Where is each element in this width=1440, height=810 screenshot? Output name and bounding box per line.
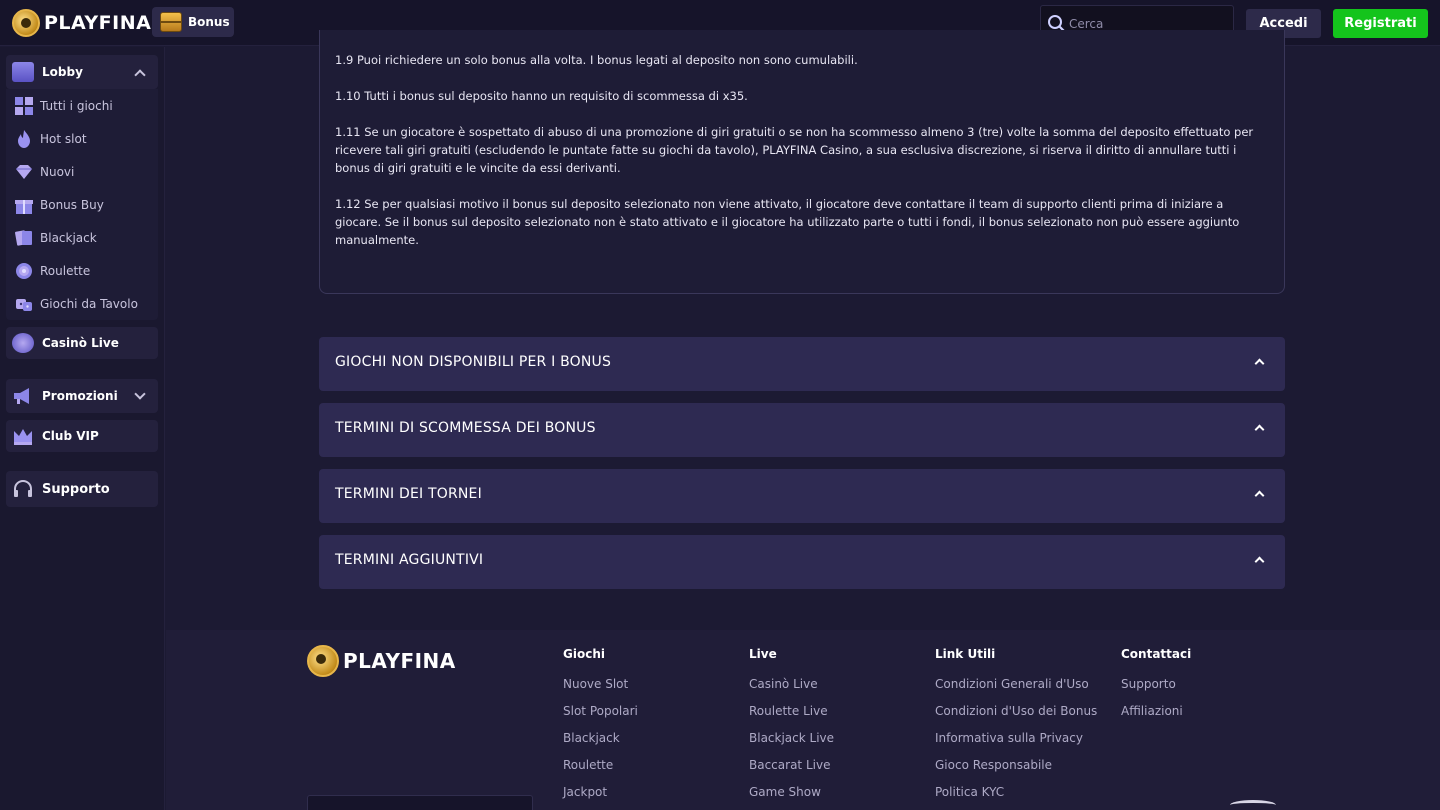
footer-column-heading: Link Utili — [935, 647, 996, 661]
footer-column-contattaci: Contattaci Supporto Affiliazioni — [1121, 647, 1191, 731]
footer-column-heading: Live — [749, 647, 777, 661]
footer-column-giochi: Giochi Nuove Slot Slot Popolari Blackjac… — [563, 647, 638, 810]
accordion-title: TERMINI DEI TORNEI — [335, 486, 482, 502]
footer-link[interactable]: Gioco Responsabile — [935, 758, 1097, 785]
sidebar-item-label: Nuovi — [40, 164, 75, 179]
terms-paragraph: 1.12 Se per qualsiasi motivo il bonus su… — [335, 197, 1240, 247]
sidebar-item-club-vip[interactable]: Club VIP — [6, 420, 158, 452]
license-badge-icon — [1230, 800, 1276, 810]
footer-logo[interactable]: PLAYFINA — [307, 645, 456, 677]
megaphone-icon — [12, 386, 34, 406]
sidebar-item-label: Supporto — [42, 481, 110, 497]
live-casino-icon — [12, 333, 34, 353]
language-selector[interactable] — [307, 795, 533, 810]
sidebar-item-tutti-i-giochi[interactable]: Tutti i giochi — [6, 89, 158, 122]
logo-coin-icon — [12, 9, 40, 37]
sidebar-item-roulette[interactable]: Roulette — [6, 254, 158, 287]
terms-paragraph: 1.11 Se un giocatore è sospettato di abu… — [335, 125, 1254, 175]
bonus-button[interactable]: Bonus — [152, 7, 234, 37]
cards-icon — [14, 228, 34, 248]
chevron-up-icon[interactable] — [134, 69, 146, 81]
sidebar-item-label: Casinò Live — [42, 336, 119, 350]
gift-icon — [14, 195, 34, 215]
sidebar-item-label: Club VIP — [42, 429, 99, 443]
sidebar-item-label: Tutti i giochi — [40, 98, 113, 113]
sidebar-item-label: Roulette — [40, 263, 91, 278]
footer-link[interactable]: Roulette Live — [749, 704, 834, 731]
sidebar-item-label: Promozioni — [42, 389, 118, 403]
register-button[interactable]: Registrati — [1333, 9, 1428, 38]
flame-icon — [14, 129, 34, 149]
headset-icon — [12, 479, 34, 499]
footer-link[interactable]: Condizioni d'Uso dei Bonus — [935, 704, 1097, 731]
dice-icon — [14, 294, 34, 314]
accordion-giochi-non-disponibili[interactable]: GIOCHI NON DISPONIBILI PER I BONUS — [319, 337, 1285, 391]
footer-link[interactable]: Slot Popolari — [563, 704, 638, 731]
footer-column-heading: Contattaci — [1121, 647, 1192, 661]
playfina-logo[interactable]: PLAYFINA — [12, 8, 151, 38]
footer-link[interactable]: Blackjack Live — [749, 731, 834, 758]
sidebar-item-giochi-da-tavolo[interactable]: Giochi da Tavolo — [6, 287, 158, 320]
footer-link[interactable]: Condizioni Generali d'Uso — [935, 677, 1097, 704]
sidebar-item-label: Hot slot — [40, 131, 87, 146]
footer-link[interactable]: Affiliazioni — [1121, 704, 1191, 731]
footer-link[interactable]: Jackpot — [563, 785, 638, 810]
sidebar-item-label: Giochi da Tavolo — [40, 296, 138, 311]
chevron-up-icon[interactable] — [1254, 490, 1265, 501]
chevron-down-icon[interactable] — [134, 388, 146, 400]
sidebar-item-label: Bonus Buy — [40, 197, 104, 212]
chevron-up-icon[interactable] — [1254, 556, 1265, 567]
sidebar-item-lobby[interactable]: Lobby — [6, 55, 158, 89]
search-input[interactable] — [1069, 16, 1229, 31]
sidebar-item-promozioni[interactable]: Promozioni — [6, 379, 158, 413]
sidebar-item-bonus-buy[interactable]: Bonus Buy — [6, 188, 158, 221]
footer-link[interactable]: Baccarat Live — [749, 758, 834, 785]
footer-link[interactable]: Politica KYC — [935, 785, 1097, 810]
footer-link[interactable]: Informativa sulla Privacy — [935, 731, 1097, 758]
sidebar-item-casino-live[interactable]: Casinò Live — [6, 327, 158, 359]
footer-logo-text: PLAYFINA — [343, 649, 456, 673]
sidebar-item-supporto[interactable]: Supporto — [6, 471, 158, 507]
chevron-up-icon[interactable] — [1254, 358, 1265, 369]
logo-text: PLAYFINA — [44, 12, 152, 34]
accordion-title: TERMINI DI SCOMMESSA DEI BONUS — [335, 420, 596, 436]
accordion-title: TERMINI AGGIUNTIVI — [335, 552, 484, 568]
footer-link[interactable]: Nuove Slot — [563, 677, 638, 704]
sidebar-item-hot-slot[interactable]: Hot slot — [6, 122, 158, 155]
diamond-icon — [14, 162, 34, 182]
accordion-title: GIOCHI NON DISPONIBILI PER I BONUS — [335, 354, 612, 370]
footer-link[interactable]: Blackjack — [563, 731, 638, 758]
footer-link[interactable]: Game Show — [749, 785, 834, 810]
roulette-icon — [14, 261, 34, 281]
sidebar-item-label: Blackjack — [40, 230, 97, 245]
slot-machine-icon — [12, 62, 34, 82]
terms-paragraph: 1.10 Tutti i bonus sul deposito hanno un… — [335, 89, 748, 103]
logo-coin-icon — [307, 645, 339, 677]
accordion-termini-scommessa[interactable]: TERMINI DI SCOMMESSA DEI BONUS — [319, 403, 1285, 457]
footer-column-heading: Giochi — [563, 647, 605, 661]
lobby-submenu-list: Tutti i giochi Hot slot Nuovi Bonus Buy … — [6, 89, 158, 320]
chevron-up-icon[interactable] — [1254, 424, 1265, 435]
sidebar-item-blackjack[interactable]: Blackjack — [6, 221, 158, 254]
accordion-termini-aggiuntivi[interactable]: TERMINI AGGIUNTIVI — [319, 535, 1285, 589]
terms-paragraph: 1.9 Puoi richiedere un solo bonus alla v… — [335, 53, 858, 67]
sidebar-item-nuovi[interactable]: Nuovi — [6, 155, 158, 188]
sidebar-item-label: Lobby — [42, 65, 83, 79]
treasure-chest-icon — [160, 12, 182, 32]
bonus-button-label: Bonus — [188, 15, 230, 29]
grid-icon — [14, 96, 34, 116]
footer-column-live: Live Casinò Live Roulette Live Blackjack… — [749, 647, 834, 810]
accordion-termini-tornei[interactable]: TERMINI DEI TORNEI — [319, 469, 1285, 523]
footer-link[interactable]: Supporto — [1121, 677, 1191, 704]
footer-column-link-utili: Link Utili Condizioni Generali d'Uso Con… — [935, 647, 1097, 810]
crown-icon — [12, 426, 34, 446]
footer-link[interactable]: Roulette — [563, 758, 638, 785]
footer-link[interactable]: Casinò Live — [749, 677, 834, 704]
